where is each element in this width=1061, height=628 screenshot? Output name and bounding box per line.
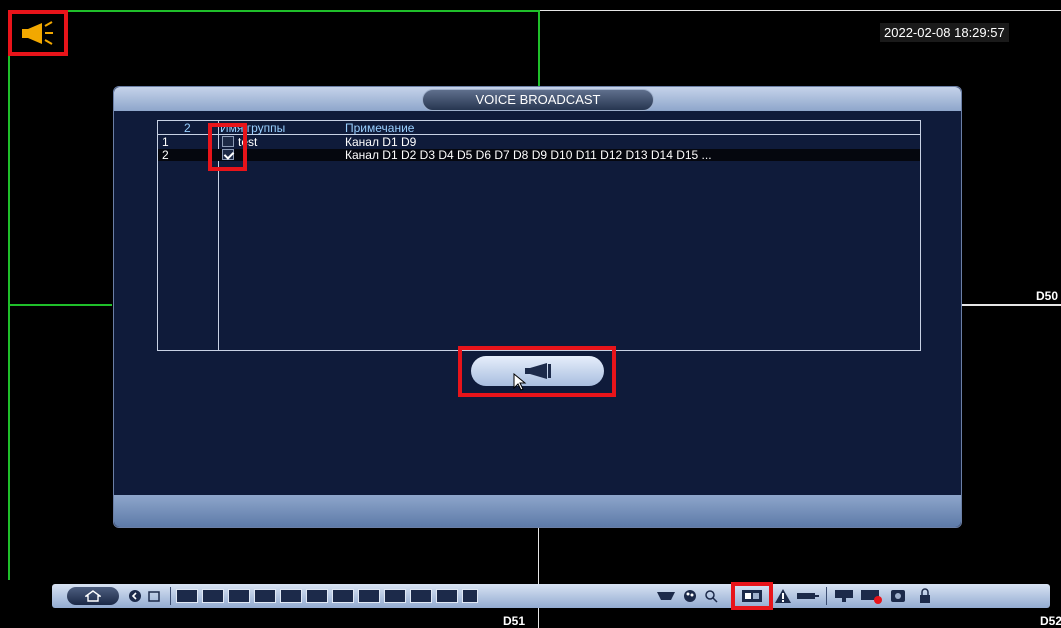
list-row[interactable]: 2 Канал D1 D2 D3 D4 D5 D6 D7 D8 D9 D10 D… — [158, 148, 920, 162]
ptz-icon[interactable] — [655, 587, 677, 605]
split-13-icon[interactable] — [306, 587, 328, 605]
window-icon[interactable] — [147, 587, 161, 605]
camera-label: D52 — [1040, 614, 1061, 628]
remote-device-icon[interactable] — [796, 587, 820, 605]
home-icon — [85, 590, 101, 602]
back-icon[interactable] — [128, 587, 142, 605]
toolbar-divider — [170, 587, 171, 605]
disk-icon[interactable] — [890, 587, 906, 605]
split-4-icon[interactable] — [202, 587, 224, 605]
active-window-border — [8, 304, 112, 306]
voice-broadcast-dialog: VOICE BROADCAST 2 Имя группы Примечание … — [113, 86, 962, 528]
broadcast-status-indicator[interactable] — [8, 10, 68, 56]
split-9-icon[interactable] — [280, 587, 302, 605]
mouse-cursor-icon — [513, 373, 527, 391]
home-button[interactable] — [67, 587, 119, 605]
next-screen-icon[interactable] — [436, 587, 458, 605]
dialog-title: VOICE BROADCAST — [422, 89, 654, 111]
megaphone-icon — [22, 21, 53, 45]
start-broadcast-button[interactable] — [471, 356, 604, 391]
split-1-icon[interactable] — [176, 587, 198, 605]
active-window-border — [8, 10, 540, 12]
camera-label: D50 — [1036, 289, 1059, 303]
network-icon[interactable] — [834, 587, 854, 605]
row-note: Канал D1 D2 D3 D4 D5 D6 D7 D8 D9 D10 D11… — [345, 148, 712, 162]
datetime-display: 2022-02-08 18:29:57 — [880, 23, 1009, 42]
list-row[interactable]: 1 test Канал D1 D9 — [158, 135, 920, 149]
search-icon[interactable] — [704, 587, 718, 605]
active-window-border — [8, 10, 10, 580]
camera-label: D51 — [503, 614, 526, 628]
dialog-header: VOICE BROADCAST — [114, 87, 961, 111]
tour-icon[interactable] — [462, 587, 478, 605]
hdd-icon[interactable] — [860, 587, 884, 605]
checkbox-highlight — [208, 123, 247, 171]
active-window-border — [538, 10, 540, 86]
alarm-icon[interactable] — [774, 587, 792, 605]
prev-screen-icon[interactable] — [410, 587, 432, 605]
row-note: Канал D1 D9 — [345, 135, 417, 149]
group-list: 2 Имя группы Примечание 1 test Канал D1 … — [157, 120, 921, 351]
row-number: 1 — [162, 135, 169, 149]
lock-icon[interactable] — [918, 587, 932, 605]
row-number: 2 — [162, 148, 169, 162]
color-icon[interactable] — [682, 587, 698, 605]
split-6-icon[interactable] — [228, 587, 250, 605]
broadcast-icon[interactable] — [740, 587, 764, 605]
group-count: 2 — [184, 121, 191, 135]
toolbar-divider — [826, 587, 827, 605]
split-16-icon[interactable] — [332, 587, 354, 605]
list-header: 2 Имя группы Примечание — [158, 121, 920, 135]
bottom-toolbar — [52, 582, 1050, 610]
column-header-note: Примечание — [345, 121, 415, 135]
grid-line — [538, 528, 539, 628]
split-36-icon[interactable] — [384, 587, 406, 605]
dialog-footer — [114, 495, 961, 527]
split-25-icon[interactable] — [358, 587, 380, 605]
grid-line — [962, 304, 1061, 306]
split-8-icon[interactable] — [254, 587, 276, 605]
